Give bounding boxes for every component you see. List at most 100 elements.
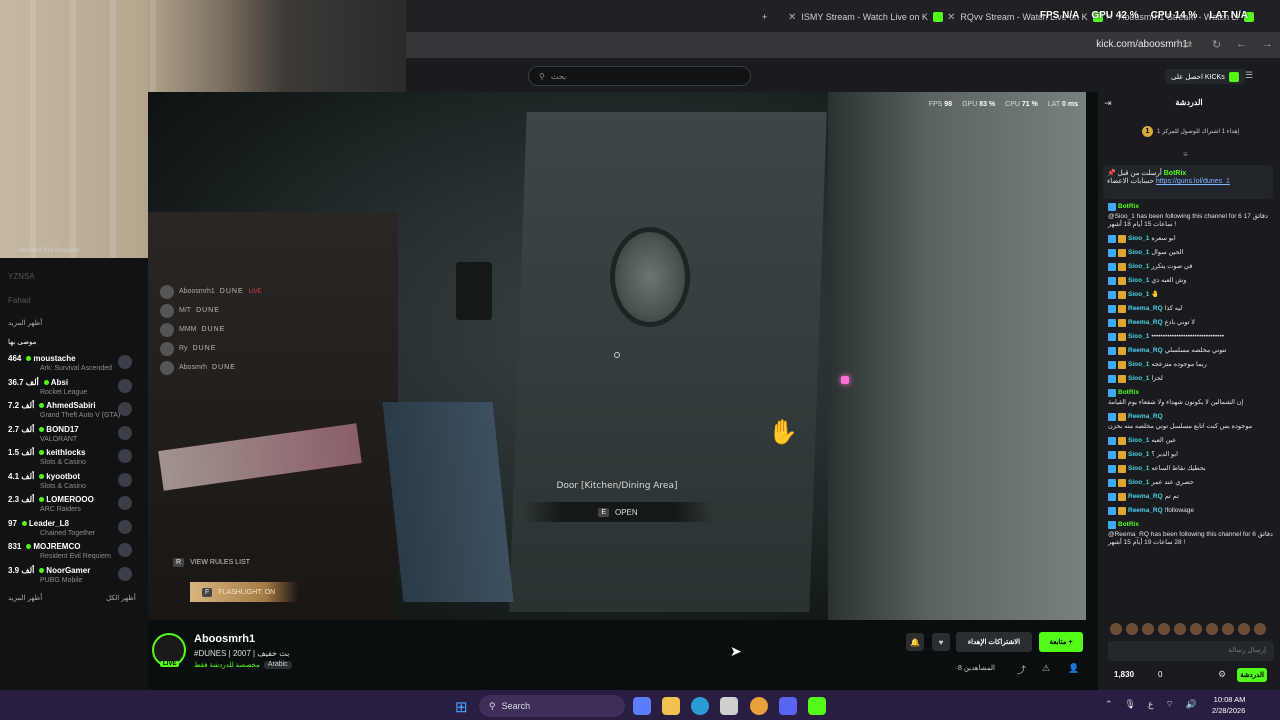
show-more-link[interactable]: أظهر المزيد <box>8 319 42 327</box>
sidebar-channel[interactable]: 4.1 ألف kyootbot Slots & Casino <box>8 472 138 496</box>
emote-icon[interactable] <box>1142 623 1154 635</box>
player-row: Ry DUNE <box>160 339 262 358</box>
viewer-count: 8 المشاهدين <box>958 665 995 672</box>
emote-icon[interactable] <box>1110 623 1122 635</box>
kick-favicon-icon <box>932 12 943 22</box>
file-explorer-icon[interactable] <box>662 697 680 715</box>
url-text[interactable]: kick.com/aboosmrh1 <box>1096 39 1188 50</box>
discord-icon[interactable] <box>779 697 797 715</box>
kicks-balance[interactable]: 1,830 <box>1114 670 1134 679</box>
emote-icon[interactable] <box>1174 623 1186 635</box>
player-row: MMM DUNE <box>160 320 262 339</box>
edge-icon[interactable] <box>691 697 709 715</box>
sidebar-channel[interactable]: 464 moustache Ark: Survival Ascended <box>8 354 138 378</box>
windows-start-icon[interactable]: ⊞ <box>455 698 468 716</box>
wifi-icon[interactable]: ⌔ <box>1165 699 1173 710</box>
sidebar-channel[interactable]: 2.3 ألف LOMEROOO ARC Raiders <box>8 495 138 519</box>
avatar <box>160 341 174 356</box>
chrome-icon[interactable] <box>750 697 768 715</box>
taskbar-search[interactable]: ⚲ Search <box>479 695 625 717</box>
category-link[interactable]: مخصصة للدردشة فقط <box>194 661 260 669</box>
lat-readout: LAT N/A <box>1209 10 1248 21</box>
user-icon[interactable]: 👤 <box>1068 663 1079 674</box>
translate-icon[interactable]: ⇄ <box>1183 38 1192 51</box>
search-icon: ⚲ <box>489 700 496 711</box>
forward-icon[interactable]: → <box>1262 38 1273 50</box>
avatar <box>118 520 132 534</box>
emote-icon[interactable] <box>1190 623 1202 635</box>
chat-message: Sioo_1 عين العبه <box>1108 434 1276 448</box>
chat-message: Reema_RQ تم تم <box>1108 490 1276 504</box>
volume-icon[interactable]: 🔊 <box>1186 699 1197 710</box>
new-tab-button[interactable]: + <box>762 6 767 28</box>
taskbar-clock[interactable]: 10:08 AM 2/28/2026 <box>1212 694 1245 716</box>
chat-message: BotRix @Reema_RQ has been following this … <box>1108 521 1273 546</box>
sidebar-channel[interactable]: 831 MOJREMCO Resident Evil Requiem <box>8 542 138 566</box>
heart-button[interactable]: ♥ <box>932 633 950 651</box>
notification-bell-button[interactable]: 🔔 <box>906 633 924 651</box>
sidebar-channel[interactable]: 2.7 ألف BOND17 VALORANT <box>8 425 138 449</box>
browser-tab[interactable]: ✕ ISMY Stream - Watch Live on K <box>788 6 943 28</box>
sidebar-channel-faded[interactable]: Fahad <box>8 296 31 305</box>
video-player[interactable]: FPS 98 GPU 83 % CPU 71 % LAT 0 ms ✋ Aboo… <box>148 92 1086 620</box>
emote-icon[interactable] <box>1222 623 1234 635</box>
chat-send-button[interactable]: الدردشة <box>1237 668 1267 682</box>
search-icon: ⚲ <box>539 71 545 81</box>
reload-icon[interactable]: ↻ <box>1212 38 1221 51</box>
emote-icon[interactable] <box>1238 623 1250 635</box>
search-input[interactable]: ⚲ بحث <box>528 66 751 86</box>
gift-subscriptions-button[interactable]: الاشتراكات الإهداء <box>956 632 1032 652</box>
emote-icon[interactable] <box>1206 623 1218 635</box>
share-icon[interactable]: ⤴ <box>1017 663 1026 676</box>
show-more-link[interactable]: أظهر المزيد <box>8 594 42 602</box>
pinned-link[interactable]: https://guns.lol/dunes_1 <box>1156 178 1230 185</box>
report-icon[interactable]: ⚠ <box>1042 663 1050 674</box>
stream-title: #DUNES | 2007 | بث خفيف <box>194 649 290 658</box>
sidebar-channel[interactable]: 1.5 ألف keithlocks Slots & Casino <box>8 448 138 472</box>
expand-icon[interactable]: ≡ <box>1183 150 1188 159</box>
language-icon[interactable]: ع <box>1148 699 1153 710</box>
curtain-fold <box>110 0 116 258</box>
avatar <box>118 496 132 510</box>
language-tag[interactable]: Arabic <box>263 661 292 669</box>
close-icon[interactable]: ✕ <box>947 12 955 23</box>
streamer-name[interactable]: Aboosmrh1 <box>194 633 255 645</box>
gift-leaderboard[interactable]: 1 إهداء 1 اشتراك للوصول للمركز 1 <box>1142 126 1239 137</box>
gear-icon[interactable]: ⚙ <box>1218 669 1226 680</box>
menu-icon[interactable]: ☰ <box>1245 70 1253 81</box>
sidebar-channel-faded[interactable]: YZNSA <box>8 272 35 281</box>
pinned-message[interactable]: 📌 أرسلت من قبل BotRix حسابات الاعضاء htt… <box>1103 165 1273 199</box>
chat-input[interactable]: إرسال رسالة <box>1108 641 1274 661</box>
back-icon[interactable]: ← <box>1236 38 1247 50</box>
follow-button[interactable]: متابعة + <box>1039 632 1083 652</box>
sidebar-channel[interactable]: 7.2 ألف AhmedSabiri Grand Theft Auto V (GT… <box>8 401 138 425</box>
get-kicks-button[interactable]: احصل على KICKs <box>1165 69 1245 84</box>
mouse-cursor-icon: ➤ <box>730 643 742 659</box>
emote-icon[interactable] <box>1126 623 1138 635</box>
close-icon[interactable]: ✕ <box>788 12 796 23</box>
chat-message: Sioo_1 في صوت يتكرر <box>1108 260 1276 274</box>
chat-message: Reema_RQ !followage <box>1108 504 1276 518</box>
points-balance[interactable]: 0 <box>1158 670 1162 679</box>
game-performance-overlay: FPS 98 GPU 83 % CPU 71 % LAT 0 ms <box>928 101 1078 108</box>
copilot-icon[interactable] <box>633 697 651 715</box>
chat-message: Sioo_1 ابو سعره <box>1108 232 1276 246</box>
emote-icon[interactable] <box>1158 623 1170 635</box>
sidebar-channel[interactable]: 36.7 ألف Absi Rocket League <box>8 378 138 402</box>
sidebar-channel[interactable]: 3.9 ألف NoorGamer PUBG Mobile <box>8 566 138 590</box>
microphone-icon[interactable]: 🎙 <box>1125 699 1136 710</box>
avatar <box>118 543 132 557</box>
emote-icon[interactable] <box>1254 623 1266 635</box>
store-icon[interactable] <box>720 697 738 715</box>
game-indicator-light <box>841 376 849 384</box>
chat-message: Sioo_1 ابو الدبر ؟ <box>1108 448 1276 462</box>
avatar <box>118 355 132 369</box>
stream-info-bar <box>148 620 1098 690</box>
emote-bar <box>1110 623 1276 637</box>
crosshair-icon <box>614 352 620 358</box>
avatar <box>118 402 132 416</box>
sidebar-channel[interactable]: 97 Leader_L8 Chained Together <box>8 519 138 543</box>
show-all-link[interactable]: أظهر الكل <box>106 594 136 602</box>
kick-app-icon[interactable] <box>808 697 826 715</box>
chevron-up-icon[interactable]: ⌃ <box>1105 699 1113 710</box>
